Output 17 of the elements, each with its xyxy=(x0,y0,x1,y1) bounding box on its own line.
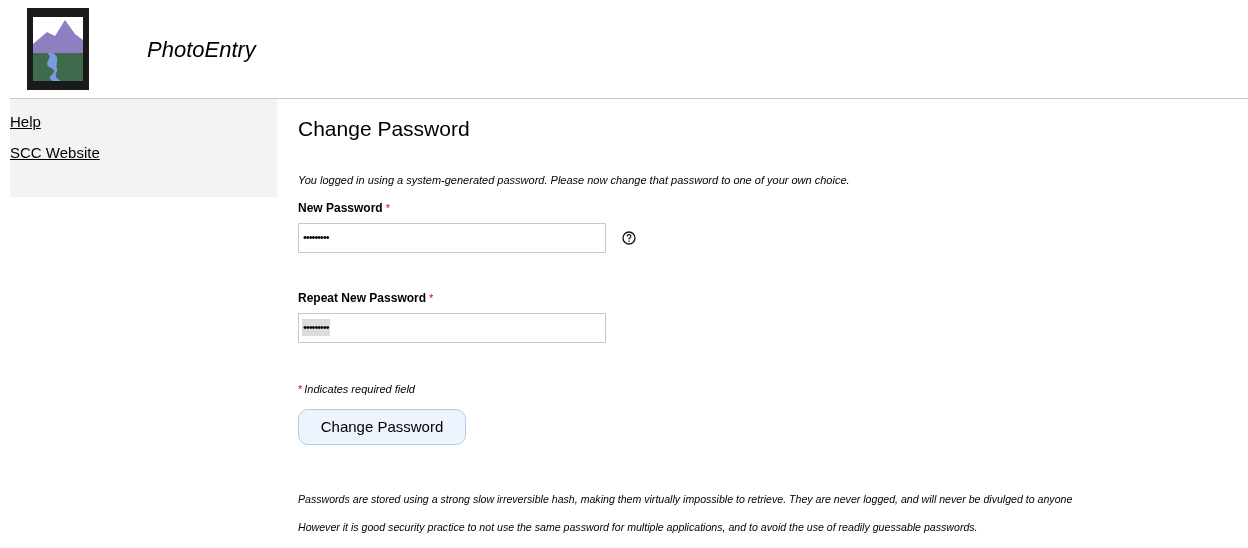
required-mark: * xyxy=(298,381,303,397)
sidebar-link[interactable]: SCC Website xyxy=(10,142,100,163)
app-title: PhotoEntry xyxy=(147,35,256,64)
page-heading: Change Password xyxy=(298,116,470,142)
intro-text: You logged in using a system-generated password. Please now change that password to one of your own choice. xyxy=(298,173,850,188)
field-label: New Password xyxy=(298,199,383,217)
field-label: Repeat New Password xyxy=(298,289,427,307)
note-text: However it is good security practice to not use the same password for multiple applications, and to avoid the use of readily guessable passwords. xyxy=(298,520,979,535)
required-mark: * xyxy=(385,200,390,216)
change-password-button[interactable]: Change Password xyxy=(298,409,466,445)
help-icon[interactable] xyxy=(622,230,636,245)
note-text: Passwords are stored using a strong slow irreversible hash, making them virtually impossible to retrieve. They are never logged, and will never be divulged to anyone xyxy=(298,492,1073,507)
sidebar-link[interactable]: Help xyxy=(10,111,41,132)
required-mark: * xyxy=(429,290,434,306)
required-note: Indicates required field xyxy=(304,381,415,397)
password-field[interactable]: ••••••••• xyxy=(298,312,606,343)
password-field[interactable]: ••••••••• xyxy=(298,222,606,253)
